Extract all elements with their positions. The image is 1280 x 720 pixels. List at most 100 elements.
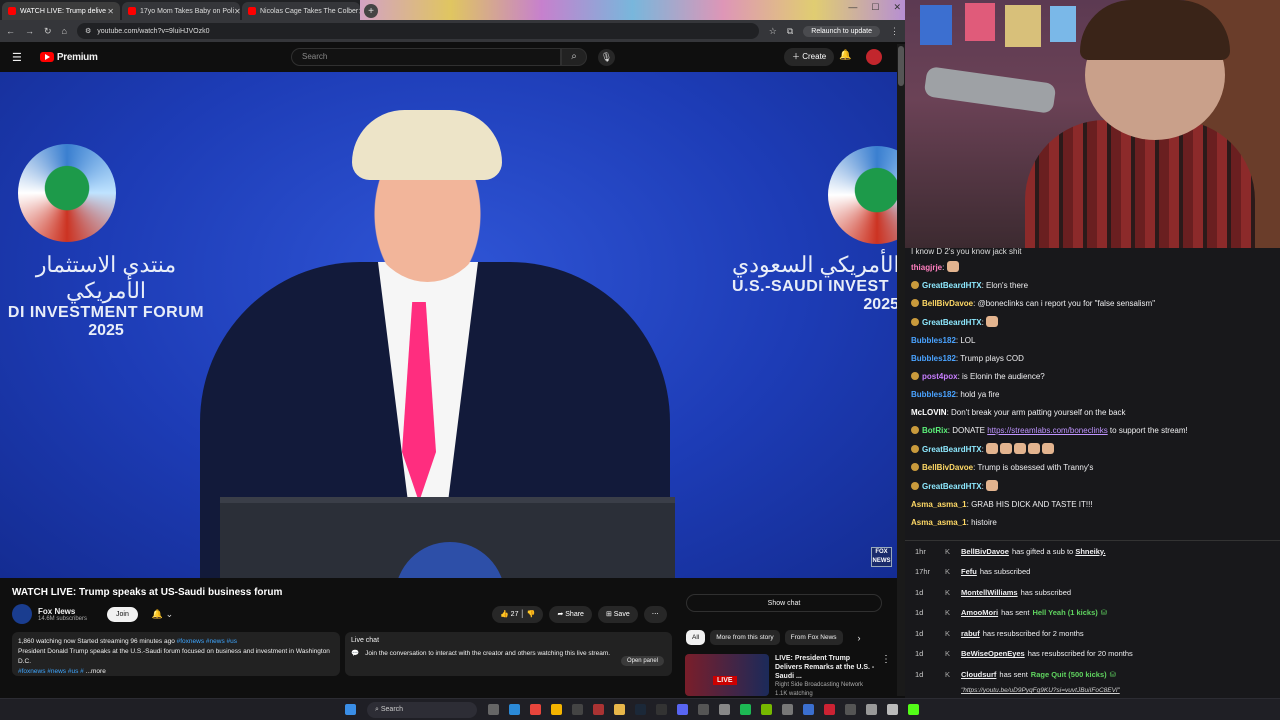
chat-username[interactable]: GreatBeardHTX (922, 318, 982, 327)
app-icon[interactable] (593, 704, 604, 715)
create-button[interactable]: ＋ Create (784, 48, 835, 66)
discord-icon[interactable] (677, 704, 688, 715)
event-recipient[interactable]: Shneiky. (1075, 547, 1105, 556)
event-username[interactable]: rabuf (961, 629, 980, 638)
tab-watch-live[interactable]: WATCH LIVE: Trump delive ✕ (2, 2, 120, 20)
event-username[interactable]: Cloudsurf (961, 670, 996, 679)
hashtags-inline[interactable]: #foxnews #news #us (177, 638, 237, 645)
chat-username[interactable]: GreatBeardHTX (922, 482, 982, 491)
obs-icon[interactable] (572, 704, 583, 715)
chrome-icon[interactable] (530, 704, 541, 715)
home-icon[interactable]: ⌂ (62, 26, 67, 36)
close-tab-icon[interactable]: ✕ (107, 7, 114, 16)
tab-17yo-mom[interactable]: 17yo Mom Takes Baby on Poli ✕ (122, 2, 240, 20)
chat-username[interactable]: GreatBeardHTX (922, 281, 982, 290)
tab-nicolas-cage[interactable]: Nicolas Cage Takes The Colber ✕ (242, 2, 360, 20)
app-icon[interactable] (887, 704, 898, 715)
scrollbar-thumb[interactable] (898, 46, 904, 86)
minimize-button[interactable]: — (848, 2, 857, 13)
open-panel-button[interactable]: Open panel (620, 656, 664, 666)
notifications-bell-icon[interactable]: 🔔 (839, 50, 851, 61)
file-explorer-icon[interactable] (614, 704, 625, 715)
chat-username[interactable]: Asma_asma_1 (911, 518, 967, 527)
voice-search-icon[interactable]: 🎙 (598, 49, 615, 66)
recommended-video[interactable]: LIVE LIVE: President Trump Delivers Rema… (685, 654, 891, 699)
nvidia-icon[interactable] (761, 704, 772, 715)
event-username[interactable]: MontellWilliams (961, 588, 1018, 597)
share-button[interactable]: ➦ Share (549, 606, 592, 623)
chat-username[interactable]: post4pox (922, 372, 958, 381)
like-button[interactable]: 👍 27 │ 👎 (492, 606, 544, 623)
search-button[interactable]: ⌕ (561, 48, 587, 66)
chat-link[interactable]: https://streamlabs.com/boneclinks (987, 426, 1108, 435)
chat-username[interactable]: Bubbles182 (911, 354, 956, 363)
chat-username[interactable]: BotRix (922, 426, 948, 435)
event-username[interactable]: BeWiseOpenEyes (961, 649, 1025, 658)
maximize-button[interactable]: ☐ (871, 2, 879, 13)
chip-from-fox-news[interactable]: From Fox News (784, 630, 843, 645)
search-input[interactable]: Search (291, 48, 561, 66)
spotify-icon[interactable] (740, 704, 751, 715)
show-more-link[interactable]: ...more (86, 668, 106, 675)
relaunch-button[interactable]: Relaunch to update (803, 25, 880, 37)
event-link[interactable]: "https://youtu.be/uD9PyqFg9KU?si=vuvtJBu… (961, 687, 1120, 694)
video-player[interactable]: منتدى الاستثمار الأمريكي DI INVESTMENT F… (0, 72, 900, 578)
app-icon[interactable] (866, 704, 877, 715)
channel-avatar[interactable] (12, 604, 32, 624)
subscribe-bell-icon[interactable]: 🔔 ⌄ (152, 609, 173, 620)
chip-all[interactable]: All (686, 630, 706, 645)
chat-username[interactable]: thiagjrje (911, 263, 942, 272)
close-tab-icon[interactable]: ✕ (358, 7, 360, 16)
join-button[interactable]: Join (107, 606, 138, 622)
more-actions-button[interactable]: ⋯ (643, 606, 667, 623)
steam-icon[interactable] (635, 704, 646, 715)
taskbar-search[interactable]: ⌕ Search (367, 701, 477, 718)
back-icon[interactable]: ← (6, 26, 15, 36)
reload-icon[interactable]: ↻ (44, 26, 52, 37)
chrome-icon[interactable] (551, 704, 562, 715)
close-window-button[interactable]: ✕ (893, 2, 901, 13)
app-icon[interactable] (803, 704, 814, 715)
event-username[interactable]: BellBivDavoe (961, 547, 1009, 556)
app-icon[interactable] (656, 704, 667, 715)
hamburger-menu-icon[interactable]: ☰ (12, 51, 22, 64)
kick-icon[interactable] (908, 704, 919, 715)
extensions-icon[interactable]: ⧉ (787, 26, 793, 37)
new-tab-button[interactable]: + (364, 4, 378, 18)
page-scrollbar[interactable] (897, 44, 905, 696)
chip-more-from-story[interactable]: More from this story (710, 630, 780, 645)
show-chat-button[interactable]: Show chat (686, 594, 882, 612)
windows-start-icon[interactable] (345, 704, 356, 715)
chat-username[interactable]: Bubbles182 (911, 336, 956, 345)
chat-username[interactable]: Asma_asma_1 (911, 500, 967, 509)
more-options-icon[interactable]: ⋮ (881, 654, 891, 699)
recommended-thumbnail[interactable]: LIVE (685, 654, 769, 696)
settings-icon[interactable] (698, 704, 709, 715)
browser-menu-icon[interactable]: ⋮ (890, 26, 899, 37)
hashtags[interactable]: #foxnews #news #us # (18, 668, 84, 675)
close-tab-icon[interactable]: ✕ (234, 7, 240, 16)
app-icon[interactable] (824, 704, 835, 715)
save-button[interactable]: ⊞ Save (597, 606, 638, 623)
chat-username[interactable]: McLOVIN (911, 408, 947, 417)
chevron-right-icon[interactable]: › (858, 633, 861, 643)
edge-icon[interactable] (509, 704, 520, 715)
app-icon[interactable] (845, 704, 856, 715)
task-view-icon[interactable] (488, 704, 499, 715)
chat-username[interactable]: BellBivDavoe (922, 299, 973, 308)
event-username[interactable]: Fefu (961, 567, 977, 576)
app-icon[interactable] (719, 704, 730, 715)
app-icon[interactable] (782, 704, 793, 715)
chat-username[interactable]: GreatBeardHTX (922, 445, 982, 454)
avatar[interactable] (866, 49, 882, 65)
bookmark-star-icon[interactable]: ☆ (769, 26, 777, 37)
channel-name[interactable]: Fox News (38, 607, 87, 616)
description-box[interactable]: 1,860 watching now Started streaming 96 … (12, 632, 340, 676)
chat-username[interactable]: Bubbles182 (911, 390, 956, 399)
forward-icon[interactable]: → (25, 26, 34, 36)
site-info-icon[interactable]: ⚙ (85, 27, 91, 35)
chat-username[interactable]: BellBivDavoe (922, 463, 973, 472)
event-username[interactable]: AmooMori (961, 608, 998, 617)
youtube-logo[interactable]: Premium (39, 52, 98, 63)
url-field[interactable]: ⚙ youtube.com/watch?v=9luiHJVOzk0 (76, 23, 759, 39)
